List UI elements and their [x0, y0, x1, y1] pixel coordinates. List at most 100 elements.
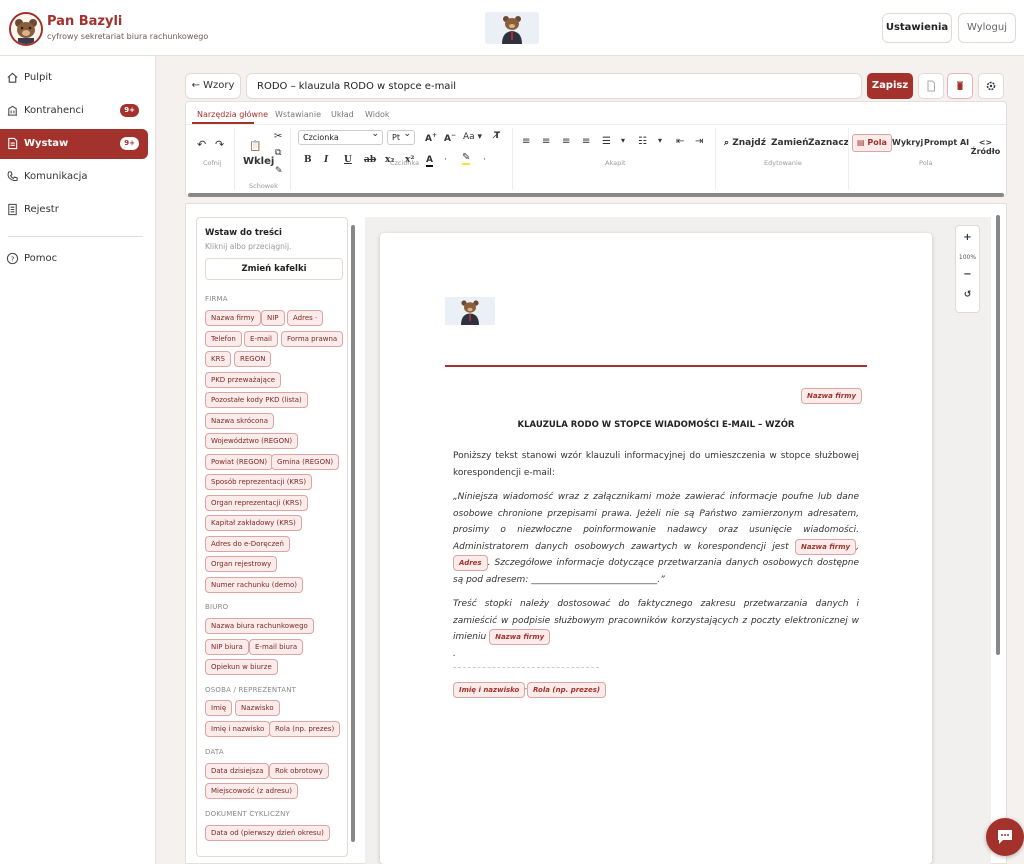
- detect-button[interactable]: Wykryj: [892, 138, 923, 147]
- tab-narzedzia-glowne[interactable]: Narzędzia główne: [197, 110, 268, 119]
- align-right-icon[interactable]: ≡: [562, 136, 570, 147]
- field-chip[interactable]: E-mail: [244, 331, 278, 347]
- panel-scrollbar[interactable]: [351, 225, 355, 842]
- back-to-templates-button[interactable]: ← Wzory: [185, 73, 241, 99]
- font-color-button[interactable]: A: [426, 155, 433, 167]
- bullet-list-icon[interactable]: ☰: [602, 136, 611, 147]
- field-chip[interactable]: Adres ·: [287, 310, 324, 326]
- field-chip[interactable]: Nazwisko: [235, 700, 280, 716]
- document-title-input[interactable]: [246, 73, 862, 99]
- field-chip[interactable]: KRS: [205, 351, 231, 367]
- sidebar-item-kontrahenci[interactable]: Kontrahenci 9+: [0, 96, 148, 126]
- align-center-icon[interactable]: ≡: [542, 136, 550, 147]
- sidebar-item-pomoc[interactable]: ? Pomoc: [0, 244, 148, 274]
- field-chip[interactable]: Pozostałe kody PKD (lista): [205, 392, 308, 408]
- field-chip[interactable]: Organ rejestrowy: [205, 556, 278, 572]
- field-chip[interactable]: Kapitał zakładowy (KRS): [205, 515, 302, 531]
- paste-button[interactable]: Wklej: [243, 156, 274, 167]
- change-tiles-button[interactable]: Zmień kafelki: [205, 258, 343, 280]
- field-chip[interactable]: Nazwa firmy: [205, 310, 261, 326]
- document-field-chip[interactable]: Adres: [453, 555, 488, 571]
- settings-button[interactable]: Ustawienia: [882, 13, 952, 43]
- cut-icon[interactable]: ✂: [274, 131, 282, 142]
- format-painter-icon[interactable]: ✎: [275, 166, 283, 176]
- copy-icon[interactable]: ⧉: [275, 148, 281, 158]
- strikethrough-button[interactable]: ab: [364, 155, 376, 165]
- zoom-reset-button[interactable]: ↺: [956, 290, 979, 300]
- logout-button[interactable]: Wyloguj: [958, 13, 1016, 43]
- field-chip[interactable]: Nazwa biura rachunkowego: [205, 618, 314, 634]
- document-field-chip[interactable]: Nazwa firmy: [489, 629, 551, 645]
- underline-button[interactable]: U: [344, 155, 352, 165]
- field-chip[interactable]: Powiat (REGON): [205, 454, 274, 470]
- numbered-list-dropdown-icon[interactable]: ▾: [658, 136, 662, 145]
- document-field-chip[interactable]: Nazwa firmy: [801, 388, 863, 404]
- highlight-dropdown-icon[interactable]: ·: [483, 155, 486, 165]
- tab-wstawianie[interactable]: Wstawianie: [275, 110, 321, 119]
- ribbon-scrollbar[interactable]: [188, 193, 1004, 197]
- prompt-ai-button[interactable]: Prompt AI: [924, 138, 969, 147]
- sidebar-item-komunikacja[interactable]: Komunikacja: [0, 162, 148, 192]
- delete-button[interactable]: [947, 73, 973, 99]
- sidebar-item-wystaw[interactable]: Wystaw 9+: [0, 129, 148, 159]
- indent-icon[interactable]: ⇥: [695, 136, 703, 147]
- undo-icon[interactable]: ↶: [197, 138, 206, 151]
- gear-button[interactable]: [978, 73, 1004, 99]
- field-chip[interactable]: Rola (np. prezes): [269, 721, 341, 737]
- bold-button[interactable]: B: [304, 155, 312, 165]
- field-chip[interactable]: NIP biura: [205, 639, 249, 655]
- document-field-chip[interactable]: Nazwa firmy: [795, 538, 857, 555]
- field-chip[interactable]: Imię: [205, 700, 233, 716]
- align-left-icon[interactable]: ≡: [522, 136, 530, 147]
- field-chip[interactable]: Numer rachunku (demo): [205, 577, 304, 593]
- tab-uklad[interactable]: Układ: [331, 110, 354, 119]
- source-button[interactable]: <> Źródło: [965, 138, 1006, 156]
- field-chip[interactable]: Rok obrotowy: [269, 763, 329, 779]
- clear-format-icon[interactable]: T̸: [494, 131, 500, 141]
- field-chip[interactable]: Województwo (REGON): [205, 433, 299, 449]
- highlight-icon[interactable]: ✎: [462, 152, 471, 165]
- sidebar-item-pulpit[interactable]: Pulpit: [0, 63, 148, 93]
- field-chip[interactable]: Telefon: [205, 331, 242, 347]
- field-chip[interactable]: Sposób reprezentacji (KRS): [205, 474, 313, 490]
- find-button[interactable]: ⌕ Znajdź: [724, 138, 766, 148]
- field-chip[interactable]: PKD przeważające: [205, 372, 282, 388]
- zoom-out-button[interactable]: −: [956, 269, 979, 280]
- field-chip[interactable]: Data dzisiejsza: [205, 763, 270, 779]
- change-case-button[interactable]: Aa ▾: [463, 132, 482, 142]
- document-field-chip[interactable]: Rola (np. prezes): [527, 682, 607, 698]
- field-chip[interactable]: Organ reprezentacji (KRS): [205, 495, 308, 511]
- save-button[interactable]: Zapisz: [867, 73, 913, 99]
- numbered-list-icon[interactable]: ☷: [638, 136, 647, 147]
- field-chip[interactable]: Adres do e-Doręczeń: [205, 536, 290, 552]
- zoom-in-button[interactable]: +: [956, 232, 979, 243]
- field-chip[interactable]: Forma prawna: [281, 331, 344, 347]
- bullet-list-dropdown-icon[interactable]: ▾: [621, 136, 625, 145]
- field-chip[interactable]: Miejscowość (z adresu): [205, 783, 298, 799]
- grow-font-button[interactable]: A+: [425, 132, 437, 144]
- document-scrollbar[interactable]: [996, 215, 1000, 655]
- outdent-icon[interactable]: ⇤: [676, 136, 684, 147]
- replace-button[interactable]: Zamień: [771, 138, 809, 148]
- document-field-chip[interactable]: Imię i nazwisko: [453, 682, 526, 698]
- preview-button[interactable]: [918, 73, 944, 99]
- font-color-dropdown-icon[interactable]: ·: [444, 155, 447, 165]
- redo-icon[interactable]: ↷: [215, 138, 224, 151]
- select-button[interactable]: Zaznacz: [808, 138, 849, 148]
- shrink-font-button[interactable]: A−: [444, 132, 456, 144]
- field-chip[interactable]: E-mail biura: [249, 639, 304, 655]
- fields-toggle-button[interactable]: ▤ Pola: [852, 134, 892, 152]
- italic-button[interactable]: I: [324, 155, 328, 165]
- field-chip[interactable]: Gmina (REGON): [271, 454, 340, 470]
- field-chip[interactable]: Imię i nazwisko: [205, 721, 271, 737]
- field-chip[interactable]: NIP: [261, 310, 285, 326]
- field-chip[interactable]: Nazwa skrócona: [205, 413, 275, 429]
- tab-widok[interactable]: Widok: [365, 110, 390, 119]
- font-family-select[interactable]: Czcionka: [298, 128, 383, 145]
- sidebar-item-rejestr[interactable]: Rejestr: [0, 195, 148, 225]
- justify-icon[interactable]: ≡: [582, 136, 590, 147]
- field-chip[interactable]: Opiekun w biurze: [205, 659, 278, 675]
- font-size-select[interactable]: Pt: [387, 128, 415, 145]
- chat-button[interactable]: [986, 818, 1024, 856]
- field-chip[interactable]: REGON: [234, 351, 272, 367]
